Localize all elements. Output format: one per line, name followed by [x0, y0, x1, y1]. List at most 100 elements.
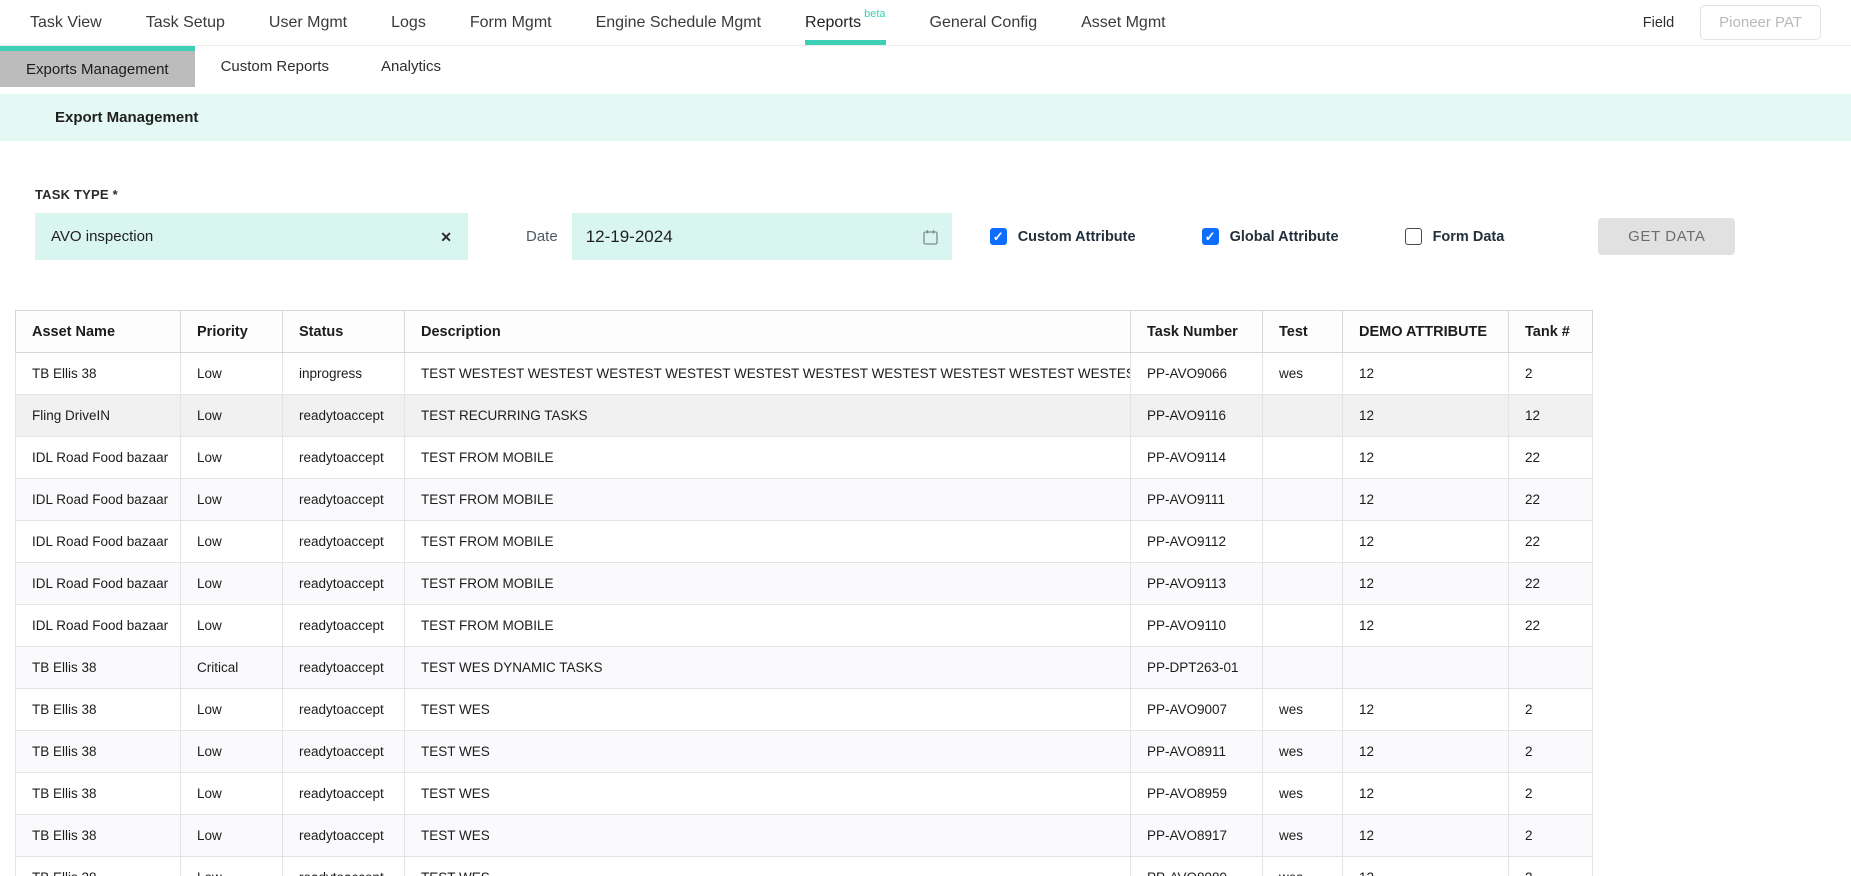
table-cell: TB Ellis 38	[16, 857, 181, 876]
table-cell: Low	[181, 521, 283, 563]
table-row[interactable]: IDL Road Food bazaarLowreadytoacceptTEST…	[16, 437, 1593, 479]
column-header-asset-name[interactable]: Asset Name	[16, 311, 181, 353]
table-cell: 12	[1343, 437, 1509, 479]
nav-item-task-setup[interactable]: Task Setup	[146, 0, 225, 45]
table-cell	[1263, 521, 1343, 563]
tab-analytics[interactable]: Analytics	[355, 46, 467, 87]
nav-item-asset-mgmt[interactable]: Asset Mgmt	[1081, 0, 1165, 45]
table-cell: 2	[1509, 689, 1593, 731]
checkbox-unchecked-icon[interactable]	[1405, 228, 1422, 245]
tab-exports-management[interactable]: Exports Management	[0, 46, 195, 87]
checkbox-label: Form Data	[1433, 229, 1505, 245]
table-cell: TB Ellis 38	[16, 647, 181, 689]
table-row[interactable]: TB Ellis 38LowreadytoacceptTEST WESPP-AV…	[16, 731, 1593, 773]
user-button[interactable]: Pioneer PAT	[1700, 5, 1821, 40]
table-row[interactable]: TB Ellis 38LowreadytoacceptTEST WESPP-AV…	[16, 689, 1593, 731]
table-row[interactable]: IDL Road Food bazaarLowreadytoacceptTEST…	[16, 563, 1593, 605]
column-header-demo-attribute[interactable]: DEMO ATTRIBUTE	[1343, 311, 1509, 353]
task-type-input[interactable]: AVO inspection ✕	[35, 213, 468, 260]
date-value: 12-19-2024	[586, 227, 923, 247]
tab-custom-reports[interactable]: Custom Reports	[195, 46, 355, 87]
table-row[interactable]: TB Ellis 38CriticalreadytoacceptTEST WES…	[16, 647, 1593, 689]
table-row[interactable]: IDL Road Food bazaarLowreadytoacceptTEST…	[16, 521, 1593, 563]
table-cell	[1263, 437, 1343, 479]
table-row[interactable]: IDL Road Food bazaarLowreadytoacceptTEST…	[16, 605, 1593, 647]
nav-item-label: Engine Schedule Mgmt	[596, 14, 761, 32]
table-cell: wes	[1263, 731, 1343, 773]
table-cell: Low	[181, 479, 283, 521]
nav-item-engine-schedule-mgmt[interactable]: Engine Schedule Mgmt	[596, 0, 761, 45]
table-row[interactable]: Fling DriveINLowreadytoacceptTEST RECURR…	[16, 395, 1593, 437]
table-cell: IDL Road Food bazaar	[16, 479, 181, 521]
table-cell: readytoaccept	[283, 479, 405, 521]
table-cell	[1509, 647, 1593, 689]
nav-item-reports[interactable]: Reportsbeta	[805, 0, 885, 45]
nav-item-label: Form Mgmt	[470, 14, 552, 32]
check-tick-icon: ✓	[1205, 230, 1216, 243]
column-header-priority[interactable]: Priority	[181, 311, 283, 353]
table-cell: 22	[1509, 479, 1593, 521]
date-label: Date	[526, 228, 558, 245]
clear-icon[interactable]: ✕	[440, 230, 452, 244]
calendar-icon[interactable]	[923, 229, 938, 245]
checkbox-checked-icon[interactable]: ✓	[1202, 228, 1219, 245]
table-cell: TEST WES	[405, 857, 1131, 876]
column-header-task-number[interactable]: Task Number	[1131, 311, 1263, 353]
column-header-test[interactable]: Test	[1263, 311, 1343, 353]
table-row[interactable]: IDL Road Food bazaarLowreadytoacceptTEST…	[16, 479, 1593, 521]
checkbox-item-custom-attribute[interactable]: ✓ Custom Attribute	[990, 228, 1136, 245]
checkbox-item-form-data[interactable]: Form Data	[1405, 228, 1505, 245]
get-data-button[interactable]: GET DATA	[1598, 218, 1735, 255]
table-cell	[1263, 605, 1343, 647]
table-cell: Low	[181, 815, 283, 857]
table-row[interactable]: TB Ellis 38LowreadytoacceptTEST WESPP-AV…	[16, 815, 1593, 857]
nav-item-general-config[interactable]: General Config	[930, 0, 1038, 45]
table-cell: PP-DPT263-01	[1131, 647, 1263, 689]
table-cell: PP-AVO9066	[1131, 353, 1263, 395]
nav-item-task-view[interactable]: Task View	[30, 0, 102, 45]
table-cell: PP-AVO8989	[1131, 857, 1263, 876]
table-cell: 12	[1343, 731, 1509, 773]
checkbox-checked-icon[interactable]: ✓	[990, 228, 1007, 245]
table-cell: PP-AVO9116	[1131, 395, 1263, 437]
task-type-value: AVO inspection	[51, 228, 440, 245]
table-cell: TB Ellis 38	[16, 815, 181, 857]
column-header-status[interactable]: Status	[283, 311, 405, 353]
table-row[interactable]: TB Ellis 38LowreadytoacceptTEST WESPP-AV…	[16, 857, 1593, 876]
date-input[interactable]: 12-19-2024	[572, 213, 952, 260]
checkbox-label: Global Attribute	[1230, 229, 1339, 245]
table-row[interactable]: TB Ellis 38LowreadytoacceptTEST WESPP-AV…	[16, 773, 1593, 815]
table-cell: Low	[181, 563, 283, 605]
page-banner: Export Management	[0, 94, 1851, 141]
table-cell: 12	[1343, 815, 1509, 857]
table-cell: TB Ellis 38	[16, 353, 181, 395]
nav-item-user-mgmt[interactable]: User Mgmt	[269, 0, 347, 45]
filter-section: TASK TYPE * AVO inspection ✕ Date 12-19-…	[0, 141, 1851, 260]
table-cell: PP-AVO9113	[1131, 563, 1263, 605]
table-cell	[1263, 395, 1343, 437]
table-cell: 12	[1509, 395, 1593, 437]
table-cell: TEST WES DYNAMIC TASKS	[405, 647, 1131, 689]
checkbox-label: Custom Attribute	[1018, 229, 1136, 245]
checkbox-item-global-attribute[interactable]: ✓ Global Attribute	[1202, 228, 1339, 245]
table-cell: TEST FROM MOBILE	[405, 479, 1131, 521]
table-row[interactable]: TB Ellis 38LowinprogressTEST WESTEST WES…	[16, 353, 1593, 395]
table-cell: Low	[181, 731, 283, 773]
table-cell: PP-AVO8959	[1131, 773, 1263, 815]
column-header-tank[interactable]: Tank #	[1509, 311, 1593, 353]
nav-item-label: Logs	[391, 14, 426, 32]
table-cell: Critical	[181, 647, 283, 689]
beta-badge: beta	[864, 8, 885, 20]
column-header-description[interactable]: Description	[405, 311, 1131, 353]
table-cell: Low	[181, 857, 283, 876]
table-cell: PP-AVO9114	[1131, 437, 1263, 479]
table-cell: readytoaccept	[283, 437, 405, 479]
table-cell: Low	[181, 437, 283, 479]
table-cell	[1263, 647, 1343, 689]
table-cell: TB Ellis 38	[16, 731, 181, 773]
nav-item-form-mgmt[interactable]: Form Mgmt	[470, 0, 552, 45]
nav-item-label: Task View	[30, 14, 102, 32]
table-cell: 12	[1343, 857, 1509, 876]
table-cell: 22	[1509, 563, 1593, 605]
nav-item-logs[interactable]: Logs	[391, 0, 426, 45]
